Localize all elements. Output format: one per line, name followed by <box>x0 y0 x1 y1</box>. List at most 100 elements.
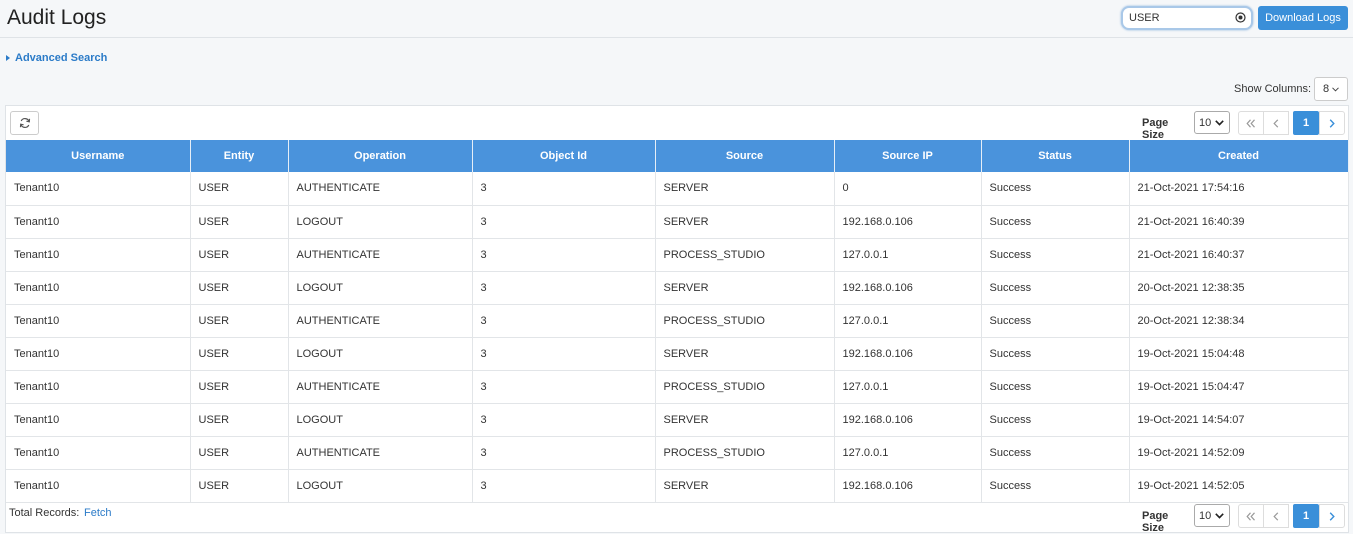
table-cell: 19-Oct-2021 15:04:47 <box>1129 370 1349 404</box>
table-cell: 19-Oct-2021 14:52:09 <box>1129 436 1349 470</box>
table-row[interactable]: Tenant10 USER AUTHENTICATE 3 PROCESS_STUDIO 1… <box>6 238 1349 272</box>
table-cell: Tenant10 <box>6 205 191 239</box>
advanced-search-label: Advanced Search <box>15 52 108 64</box>
table-cell: Success <box>981 271 1130 305</box>
table-cell: SERVER <box>655 172 835 206</box>
column-header[interactable]: Operation <box>288 140 473 172</box>
table-row[interactable]: Tenant10 USER AUTHENTICATE 3 PROCESS_STUDIO 1… <box>6 370 1349 404</box>
table-cell: USER <box>190 205 289 239</box>
table-row[interactable]: Tenant10 USER AUTHENTICATE 3 PROCESS_STUDIO 1… <box>6 304 1349 338</box>
table-cell: LOGOUT <box>288 337 473 371</box>
table-cell: 127.0.0.1 <box>834 238 982 272</box>
table-cell: LOGOUT <box>288 271 473 305</box>
table-cell: 20-Oct-2021 12:38:34 <box>1129 304 1349 338</box>
table-cell: AUTHENTICATE <box>288 304 473 338</box>
table-cell: PROCESS_STUDIO <box>655 370 835 404</box>
chevron-right-icon <box>1329 511 1335 521</box>
audit-log-panel: Page Size 10 1 Username Entity Operation… <box>5 105 1349 534</box>
chevron-down-icon <box>1332 86 1339 92</box>
first-page-button[interactable] <box>1238 111 1264 135</box>
download-logs-button[interactable]: Download Logs <box>1258 6 1348 30</box>
prev-page-button[interactable] <box>1263 504 1289 528</box>
table-cell: AUTHENTICATE <box>288 172 473 206</box>
table-cell: Tenant10 <box>6 304 191 338</box>
page-size-label: Page Size <box>1142 510 1169 534</box>
table-cell: 3 <box>472 172 656 206</box>
table-cell: PROCESS_STUDIO <box>655 436 835 470</box>
page-number-button[interactable]: 1 <box>1293 111 1319 135</box>
caret-right-icon <box>6 55 10 61</box>
table-cell: 127.0.0.1 <box>834 304 982 338</box>
table-cell: 127.0.0.1 <box>834 370 982 404</box>
search-input[interactable] <box>1129 11 1237 25</box>
table-row[interactable]: Tenant10 USER LOGOUT 3 SERVER 192.168.0.106 Su… <box>6 271 1349 305</box>
table-cell: 3 <box>472 403 656 437</box>
column-header[interactable]: Source <box>655 140 835 172</box>
chevron-right-icon <box>1329 118 1335 128</box>
table-cell: Tenant10 <box>6 238 191 272</box>
table-cell: Tenant10 <box>6 172 191 206</box>
prev-page-button[interactable] <box>1263 111 1289 135</box>
table-row[interactable]: Tenant10 USER LOGOUT 3 SERVER 192.168.0.106 Su… <box>6 469 1349 503</box>
table-cell: 192.168.0.106 <box>834 205 982 239</box>
table-cell: 21-Oct-2021 17:54:16 <box>1129 172 1349 206</box>
chevron-down-icon <box>1215 512 1225 519</box>
table-cell: Success <box>981 238 1130 272</box>
table-cell: USER <box>190 172 289 206</box>
first-page-button[interactable] <box>1238 504 1264 528</box>
table-cell: Tenant10 <box>6 271 191 305</box>
column-header[interactable]: Source IP <box>834 140 982 172</box>
next-page-button[interactable] <box>1319 111 1345 135</box>
table-cell: 19-Oct-2021 14:54:07 <box>1129 403 1349 437</box>
page-size-select[interactable]: 10 <box>1194 111 1230 134</box>
audit-log-table: Username Entity Operation Object Id Sour… <box>6 140 1349 503</box>
table-cell: Success <box>981 337 1130 371</box>
table-cell: 192.168.0.106 <box>834 271 982 305</box>
page-number-button[interactable]: 1 <box>1293 504 1319 528</box>
column-header[interactable]: Created <box>1129 140 1349 172</box>
table-cell: USER <box>190 304 289 338</box>
refresh-button[interactable] <box>10 111 39 135</box>
table-cell: LOGOUT <box>288 205 473 239</box>
table-cell: USER <box>190 403 289 437</box>
table-cell: 19-Oct-2021 15:04:48 <box>1129 337 1349 371</box>
table-cell: Tenant10 <box>6 436 191 470</box>
column-header[interactable]: Entity <box>190 140 289 172</box>
table-cell: PROCESS_STUDIO <box>655 304 835 338</box>
table-row[interactable]: Tenant10 USER AUTHENTICATE 3 SERVER 0 Success 2… <box>6 172 1349 206</box>
table-row[interactable]: Tenant10 USER AUTHENTICATE 3 PROCESS_STUDIO 1… <box>6 436 1349 470</box>
column-header[interactable]: Object Id <box>472 140 656 172</box>
table-cell: 19-Oct-2021 14:52:05 <box>1129 469 1349 503</box>
table-cell: SERVER <box>655 271 835 305</box>
table-cell: 0 <box>834 172 982 206</box>
table-cell: Success <box>981 370 1130 404</box>
table-cell: 192.168.0.106 <box>834 469 982 503</box>
search-box[interactable] <box>1121 6 1253 30</box>
column-header[interactable]: Username <box>6 140 191 172</box>
show-columns-dropdown[interactable]: 8 <box>1314 77 1348 101</box>
table-cell: 192.168.0.106 <box>834 403 982 437</box>
table-cell: LOGOUT <box>288 469 473 503</box>
table-row[interactable]: Tenant10 USER LOGOUT 3 SERVER 192.168.0.106 Su… <box>6 205 1349 239</box>
page-size-value: 10 <box>1199 116 1212 129</box>
table-cell: 3 <box>472 271 656 305</box>
advanced-search-toggle[interactable]: Advanced Search <box>6 52 107 64</box>
table-cell: Success <box>981 304 1130 338</box>
table-cell: USER <box>190 238 289 272</box>
chevron-left-icon <box>1273 511 1279 521</box>
next-page-button[interactable] <box>1319 504 1345 528</box>
clear-search-icon[interactable] <box>1235 12 1246 23</box>
table-row[interactable]: Tenant10 USER LOGOUT 3 SERVER 192.168.0.106 Su… <box>6 403 1349 437</box>
table-cell: Tenant10 <box>6 370 191 404</box>
table-cell: USER <box>190 370 289 404</box>
page-size-select[interactable]: 10 <box>1194 504 1230 527</box>
table-cell: 3 <box>472 205 656 239</box>
table-cell: 3 <box>472 436 656 470</box>
table-cell: 3 <box>472 238 656 272</box>
table-cell: Success <box>981 205 1130 239</box>
fetch-link[interactable]: Fetch <box>84 507 112 519</box>
table-row[interactable]: Tenant10 USER LOGOUT 3 SERVER 192.168.0.106 Su… <box>6 337 1349 371</box>
column-header[interactable]: Status <box>981 140 1130 172</box>
table-cell: SERVER <box>655 337 835 371</box>
table-cell: 21-Oct-2021 16:40:39 <box>1129 205 1349 239</box>
